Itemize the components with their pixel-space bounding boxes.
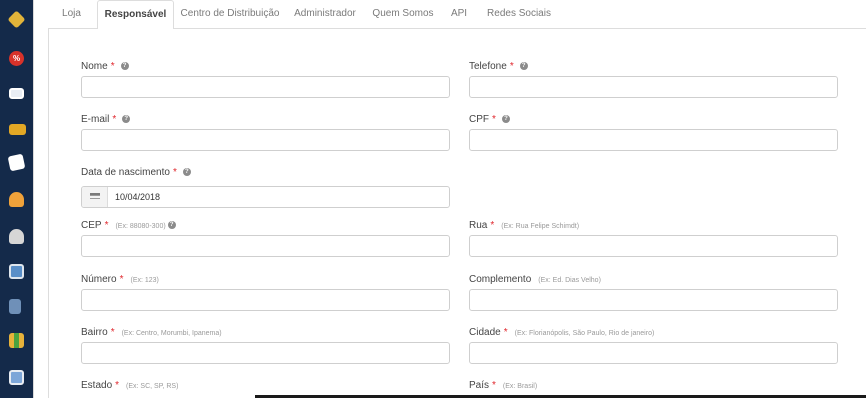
cpf-field: CPF *? — [469, 113, 838, 151]
pais-hint: (Ex: Brasil) — [502, 383, 538, 390]
required-mark: * — [112, 114, 117, 125]
bairro-label: Bairro * (Ex: Centro, Morumbi, Ipanema) — [81, 327, 222, 338]
cep-label: CEP * (Ex: 88080-300)? — [81, 219, 176, 233]
tab-loja[interactable]: Loja — [54, 0, 89, 29]
truck-icon[interactable] — [9, 124, 26, 135]
left-sidebar: % — [0, 0, 33, 398]
cep-field: CEP * (Ex: 88080-300)? — [81, 219, 450, 257]
cep-input[interactable] — [81, 235, 450, 257]
numero-label: Número * (Ex: 123) — [81, 274, 159, 285]
document-icon[interactable] — [7, 153, 26, 172]
users-icon[interactable] — [9, 192, 24, 207]
required-mark: * — [503, 327, 508, 338]
nascimento-label: Data de nascimento *? — [81, 166, 191, 180]
nome-input[interactable] — [81, 76, 450, 98]
required-mark: * — [492, 114, 496, 125]
telefone-label: Telefone *? — [469, 60, 528, 74]
image-icon[interactable] — [9, 370, 24, 385]
phone-icon[interactable] — [9, 299, 21, 314]
required-mark: * — [104, 220, 109, 231]
numero-field: Número * (Ex: 123) — [81, 273, 450, 311]
email-field: E-mail *? — [81, 113, 450, 151]
tab-bar: Loja Responsável Centro de Distribuição … — [48, 0, 866, 30]
card-icon[interactable] — [9, 88, 24, 99]
estado-hint: (Ex: SC, SP, RS) — [126, 383, 179, 390]
promo-icon[interactable]: % — [9, 51, 24, 66]
numero-input[interactable] — [81, 289, 450, 311]
rua-label: Rua * (Ex: Rua Felipe Schimdt) — [469, 220, 580, 231]
cidade-hint: (Ex: Florianópolis, São Paulo, Rio de ja… — [514, 330, 655, 337]
help-icon[interactable]: ? — [120, 62, 129, 71]
cidade-input[interactable] — [469, 342, 838, 364]
calendar-button[interactable] — [82, 187, 108, 207]
required-mark: * — [509, 61, 514, 72]
nascimento-value: 10/04/2018 — [115, 192, 161, 202]
numero-hint: (Ex: 123) — [130, 277, 159, 284]
tab-centro-distribuicao[interactable]: Centro de Distribuição — [180, 0, 280, 29]
estado-label: Estado * (Ex: SC, SP, RS) — [81, 380, 179, 391]
bairro-input[interactable] — [81, 342, 450, 364]
pais-field: País * (Ex: Brasil) — [469, 379, 537, 393]
tab-redes-sociais[interactable]: Redes Sociais — [483, 0, 555, 29]
required-mark: * — [119, 274, 124, 285]
required-mark: * — [490, 220, 495, 231]
person-icon[interactable] — [9, 229, 24, 244]
main-content: Loja Responsável Centro de Distribuição … — [33, 0, 866, 398]
email-input[interactable] — [81, 129, 450, 151]
help-icon[interactable]: ? — [519, 62, 528, 71]
complemento-label: Complemento (Ex: Ed. Dias Velho) — [469, 274, 601, 285]
complemento-input[interactable] — [469, 289, 838, 311]
tab-administrador[interactable]: Administrador — [289, 0, 361, 29]
rua-input[interactable] — [469, 235, 838, 257]
help-icon[interactable]: ? — [167, 221, 176, 230]
help-icon[interactable]: ? — [122, 115, 131, 124]
responsavel-form: Nome *? Telefone *? E-mail *? CPF *? Data de… — [48, 29, 866, 398]
calendar-icon — [90, 193, 100, 201]
tab-api[interactable]: API — [444, 0, 474, 29]
required-mark: * — [115, 380, 120, 391]
required-mark: * — [172, 167, 177, 178]
telefone-input[interactable] — [469, 76, 838, 98]
cidade-field: Cidade * (Ex: Florianópolis, São Paulo, Ri… — [469, 326, 838, 364]
tab-responsavel[interactable]: Responsável — [97, 0, 174, 30]
pais-label: País * (Ex: Brasil) — [469, 380, 538, 391]
nascimento-input[interactable]: 10/04/2018 — [81, 186, 450, 208]
cpf-label: CPF *? — [469, 113, 510, 127]
email-label: E-mail *? — [81, 113, 131, 127]
help-icon[interactable]: ? — [501, 115, 510, 124]
nascimento-field: Data de nascimento *? 10/04/2018 — [81, 166, 450, 208]
bairro-hint: (Ex: Centro, Morumbi, Ipanema) — [121, 330, 222, 337]
complemento-field: Complemento (Ex: Ed. Dias Velho) — [469, 273, 838, 311]
bairro-field: Bairro * (Ex: Centro, Morumbi, Ipanema) — [81, 326, 450, 364]
estado-field: Estado * (Ex: SC, SP, RS) — [81, 379, 178, 393]
required-mark: * — [110, 327, 115, 338]
cep-hint: (Ex: 88080-300) — [115, 223, 166, 230]
nome-label: Nome *? — [81, 60, 129, 74]
rua-hint: (Ex: Rua Felipe Schimdt) — [501, 223, 580, 230]
telefone-field: Telefone *? — [469, 60, 838, 98]
box-icon[interactable] — [7, 10, 26, 29]
cpf-input[interactable] — [469, 129, 838, 151]
cidade-label: Cidade * (Ex: Florianópolis, São Paulo, Ri… — [469, 327, 655, 338]
help-icon[interactable]: ? — [182, 168, 191, 177]
complemento-hint: (Ex: Ed. Dias Velho) — [538, 277, 601, 284]
required-mark: * — [110, 61, 115, 72]
screen-icon[interactable] — [9, 264, 24, 279]
tab-quem-somos[interactable]: Quem Somos — [370, 0, 436, 29]
nome-field: Nome *? — [81, 60, 450, 98]
required-mark: * — [492, 380, 496, 391]
rua-field: Rua * (Ex: Rua Felipe Schimdt) — [469, 219, 838, 257]
chart-icon[interactable] — [9, 333, 24, 348]
